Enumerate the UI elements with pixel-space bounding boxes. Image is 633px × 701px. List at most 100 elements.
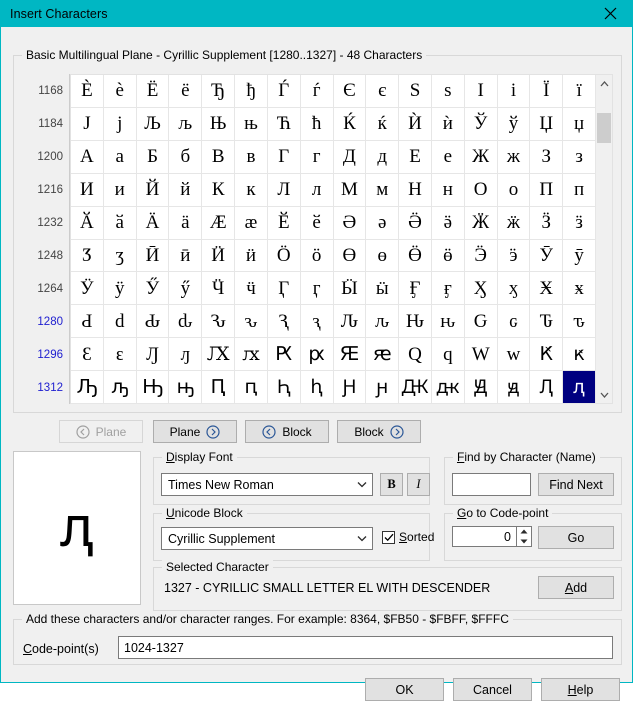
character-cell[interactable]: џ — [563, 107, 596, 141]
cancel-button[interactable]: Cancel — [453, 678, 532, 701]
character-cell[interactable]: ӧ — [300, 239, 334, 273]
bold-button[interactable]: B — [380, 473, 403, 496]
character-cell[interactable]: З — [530, 140, 564, 174]
character-cell[interactable]: Ԯ — [530, 371, 564, 405]
character-cell[interactable]: Ћ — [267, 107, 301, 141]
character-cell[interactable]: ԁ — [103, 305, 137, 339]
character-cell[interactable]: ӻ — [431, 272, 465, 306]
character-cells[interactable]: ЀѐЁёЂђЃѓЄєЅѕІіЇїЈјЉљЊњЋћЌќЍѝЎўЏџАаБбВвГг… — [70, 74, 596, 405]
character-cell[interactable]: ԫ — [431, 371, 465, 405]
character-cell[interactable]: Ӣ — [136, 239, 170, 273]
goto-codepoint-input[interactable]: 0 — [452, 526, 517, 547]
character-cell[interactable]: ӳ — [169, 272, 203, 306]
character-cell[interactable]: ј — [103, 107, 137, 141]
next-block-button[interactable]: Block — [337, 420, 421, 443]
character-cell[interactable]: Б — [136, 140, 170, 174]
character-cell[interactable]: ӯ — [563, 239, 596, 273]
character-cell[interactable]: ӓ — [169, 206, 203, 240]
character-cell[interactable]: Є — [333, 75, 367, 108]
character-cell[interactable]: Ӵ — [202, 272, 236, 306]
character-cell[interactable]: Ӷ — [267, 272, 301, 306]
display-font-combobox[interactable]: Times New Roman — [161, 473, 373, 496]
character-cell[interactable]: ќ — [366, 107, 400, 141]
character-cell[interactable]: ԃ — [169, 305, 203, 339]
character-cell[interactable]: ԯ — [563, 371, 596, 405]
character-cell[interactable]: ӹ — [366, 272, 400, 306]
next-plane-button[interactable]: Plane — [153, 420, 237, 443]
character-cell[interactable]: Ԙ — [333, 338, 367, 372]
character-cell[interactable]: Ԕ — [202, 338, 236, 372]
character-cell[interactable]: ў — [497, 107, 531, 141]
character-cell[interactable]: ћ — [300, 107, 334, 141]
character-cell[interactable]: Ԛ — [399, 338, 432, 372]
character-cell[interactable]: ӕ — [235, 206, 268, 240]
character-cell[interactable]: Ӟ — [530, 206, 564, 240]
character-cell[interactable]: і — [497, 75, 531, 108]
character-cell[interactable]: Ё — [136, 75, 170, 108]
character-cell[interactable]: ѐ — [103, 75, 137, 108]
character-cell[interactable]: ӑ — [103, 206, 137, 240]
character-cell[interactable]: Й — [136, 173, 170, 207]
character-cell[interactable]: И — [71, 173, 104, 207]
character-cell[interactable]: Ӥ — [202, 239, 236, 273]
character-cell[interactable]: Ѐ — [71, 75, 104, 108]
character-cell[interactable]: Ӓ — [136, 206, 170, 240]
character-cell[interactable]: Њ — [202, 107, 236, 141]
character-grid[interactable]: 1168 1184 1200 1216 1232 1248 1264 1280 … — [23, 74, 613, 405]
character-cell[interactable]: Џ — [530, 107, 564, 141]
character-cell[interactable]: ә — [366, 206, 400, 240]
character-cell[interactable]: й — [169, 173, 203, 207]
character-cell[interactable]: Ѕ — [399, 75, 432, 108]
character-cell[interactable]: ӝ — [497, 206, 531, 240]
character-cell[interactable]: Ԟ — [530, 338, 564, 372]
character-cell[interactable]: ӛ — [431, 206, 465, 240]
character-cell[interactable]: ԑ — [103, 338, 137, 372]
character-cell[interactable]: ԛ — [431, 338, 465, 372]
character-cell[interactable]: д — [366, 140, 400, 174]
spinner-down-button[interactable] — [517, 537, 531, 547]
sorted-checkbox[interactable]: Sorted — [382, 530, 434, 544]
character-cell[interactable]: ӣ — [169, 239, 203, 273]
character-cell[interactable]: ѕ — [431, 75, 465, 108]
character-cell[interactable]: Ԏ — [530, 305, 564, 339]
unicode-block-combobox[interactable]: Cyrillic Supplement — [161, 527, 373, 550]
character-cell[interactable]: ԋ — [431, 305, 465, 339]
character-cell[interactable]: Ԧ — [267, 371, 301, 405]
character-cell[interactable]: І — [464, 75, 498, 108]
character-cell[interactable]: Ѓ — [267, 75, 301, 108]
character-cell[interactable]: ԟ — [563, 338, 596, 372]
character-cell[interactable]: Ԭ — [464, 371, 498, 405]
character-cell[interactable]: Ө — [333, 239, 367, 273]
character-cell[interactable]: Ԅ — [202, 305, 236, 339]
character-cell[interactable]: ԡ — [103, 371, 137, 405]
character-cell[interactable]: Ӳ — [136, 272, 170, 306]
character-cell[interactable]: ԝ — [497, 338, 531, 372]
spinner-up-button[interactable] — [517, 527, 531, 537]
character-cell[interactable]: ԧ — [300, 371, 334, 405]
character-cell[interactable]: љ — [169, 107, 203, 141]
character-cell[interactable]: Ӗ — [267, 206, 301, 240]
character-cell[interactable]: ӗ — [300, 206, 334, 240]
character-cell[interactable]: О — [464, 173, 498, 207]
character-cell[interactable]: ԣ — [169, 371, 203, 405]
character-cell[interactable]: Ӯ — [530, 239, 564, 273]
character-cell[interactable]: Ӹ — [333, 272, 367, 306]
character-cell[interactable]: ԩ — [366, 371, 400, 405]
character-cell[interactable]: ԕ — [235, 338, 268, 372]
character-cell[interactable]: Ќ — [333, 107, 367, 141]
character-cell[interactable]: Е — [399, 140, 432, 174]
character-cell[interactable]: Ӛ — [399, 206, 432, 240]
character-cell[interactable]: К — [202, 173, 236, 207]
character-cell[interactable]: Ӧ — [267, 239, 301, 273]
character-cell[interactable]: Ӡ — [71, 239, 104, 273]
character-cell[interactable]: Ӽ — [464, 272, 498, 306]
character-cell[interactable]: Ӱ — [71, 272, 104, 306]
character-cell[interactable]: ж — [497, 140, 531, 174]
goto-codepoint-spinner[interactable] — [517, 526, 532, 547]
character-cell[interactable]: Ԥ — [202, 371, 236, 405]
character-cell[interactable]: ө — [366, 239, 400, 273]
character-cell[interactable]: ӥ — [235, 239, 268, 273]
character-cell[interactable]: ӿ — [563, 272, 596, 306]
character-cell[interactable]: п — [563, 173, 596, 207]
character-cell[interactable]: Ԑ — [71, 338, 104, 372]
